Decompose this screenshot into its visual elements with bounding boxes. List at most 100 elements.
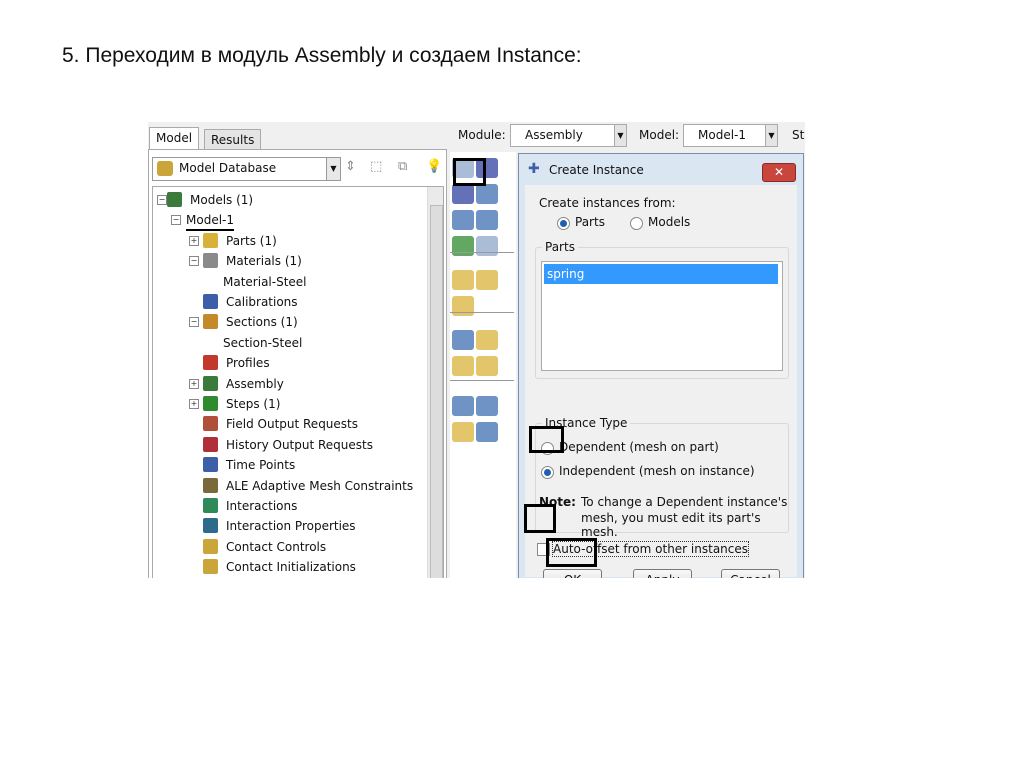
- tree-node[interactable]: Interaction Properties: [153, 517, 423, 535]
- tree-node-label[interactable]: Material-Steel: [223, 273, 307, 291]
- tree-node[interactable]: Section-Steel: [153, 334, 423, 352]
- close-button[interactable]: ✕: [762, 163, 796, 182]
- tree-node[interactable]: + Steps (1): [153, 395, 423, 413]
- lightbulb-icon[interactable]: 💡: [426, 159, 442, 174]
- interactions-icon: [203, 498, 218, 513]
- tree-node-label[interactable]: Profiles: [226, 354, 270, 372]
- radio-parts-label[interactable]: Parts: [575, 215, 605, 229]
- tree-node[interactable]: History Output Requests: [153, 436, 423, 454]
- module-select[interactable]: Assembly ▼: [510, 124, 627, 147]
- radio-dependent-label[interactable]: Dependent (mesh on part): [559, 440, 719, 454]
- tree-node[interactable]: + Assembly: [153, 375, 423, 393]
- datum-csys-icon[interactable]: [452, 396, 474, 416]
- model-select[interactable]: Model-1 ▼: [683, 124, 778, 147]
- tree-node-label[interactable]: ALE Adaptive Mesh Constraints: [226, 477, 413, 495]
- create-set-icon[interactable]: [452, 270, 474, 290]
- chevron-down-icon[interactable]: ▼: [614, 125, 626, 146]
- tree-node[interactable]: Material-Steel: [153, 273, 423, 291]
- ok-button[interactable]: OK: [543, 569, 602, 578]
- collapse-icon[interactable]: −: [157, 195, 167, 205]
- datum-axis-icon[interactable]: [476, 396, 498, 416]
- merge-cut-icon[interactable]: [476, 236, 498, 256]
- parts-list[interactable]: spring: [541, 261, 783, 371]
- rotate-instance-icon[interactable]: [452, 210, 474, 230]
- dialog-titlebar[interactable]: ✚ Create Instance ✕: [519, 154, 803, 184]
- constraint-icon[interactable]: [476, 422, 498, 442]
- tree-node-label[interactable]: Section-Steel: [223, 334, 302, 352]
- tree-scrollbar[interactable]: [427, 187, 443, 578]
- tree-node-label[interactable]: Contact Controls: [226, 538, 326, 556]
- tree-node[interactable]: Contact Initializations: [153, 558, 423, 576]
- scrollbar-thumb[interactable]: [430, 205, 443, 578]
- tree-node-label[interactable]: Time Points: [226, 456, 295, 474]
- step-label: St: [792, 128, 805, 142]
- tree-node-label[interactable]: Field Output Requests: [226, 415, 358, 433]
- tree-node-label[interactable]: Materials (1): [226, 252, 302, 270]
- radio-models[interactable]: [630, 217, 643, 230]
- tree-node[interactable]: − Models (1): [153, 191, 423, 209]
- tree-node-label[interactable]: Model-1: [186, 211, 234, 232]
- tree-node-label[interactable]: Calibrations: [226, 293, 298, 311]
- tree-node[interactable]: − Sections (1): [153, 313, 423, 331]
- parts-icon: [203, 232, 218, 248]
- radio-models-label[interactable]: Models: [648, 215, 690, 229]
- tree-node-label[interactable]: Parts (1): [226, 232, 277, 250]
- contact-init-icon: [203, 559, 218, 575]
- tree-node-label[interactable]: Interactions: [226, 497, 297, 515]
- translate-to-icon[interactable]: [476, 210, 498, 230]
- tree-node[interactable]: − Materials (1): [153, 252, 423, 270]
- tab-model[interactable]: Model: [149, 127, 200, 150]
- list-item-spring[interactable]: spring: [544, 264, 778, 284]
- folder-up-icon[interactable]: ⬚: [370, 159, 382, 174]
- materials-icon: [203, 253, 218, 269]
- query-icon[interactable]: [452, 422, 474, 442]
- tree-node[interactable]: + Parts (1): [153, 232, 423, 250]
- model-database-combo[interactable]: Model Database ▼: [152, 157, 341, 181]
- partition-icon[interactable]: [452, 296, 474, 316]
- tree-node-label[interactable]: Steps (1): [226, 395, 280, 413]
- ale-icon: [203, 477, 218, 493]
- collapse-icon[interactable]: −: [189, 256, 199, 267]
- tree-node[interactable]: Profiles: [153, 354, 423, 372]
- feature-cut-icon[interactable]: [476, 356, 498, 376]
- create-surface-icon[interactable]: [476, 270, 498, 290]
- model-tree[interactable]: − Models (1) − Model-1 + Parts (1) − Materials …: [152, 186, 444, 578]
- radio-independent[interactable]: [541, 466, 554, 479]
- tree-node[interactable]: Field Output Requests: [153, 415, 423, 433]
- chevron-down-icon[interactable]: ▼: [326, 158, 340, 180]
- apply-button[interactable]: Apply: [633, 569, 692, 578]
- expand-icon[interactable]: +: [189, 235, 199, 246]
- tree-node-label[interactable]: Models (1): [190, 191, 253, 209]
- calibrations-icon: [203, 294, 218, 309]
- tree-node-label[interactable]: History Output Requests: [226, 436, 373, 454]
- expand-icon[interactable]: +: [189, 378, 199, 389]
- tree-node[interactable]: Calibrations: [153, 293, 423, 311]
- sections-icon: [203, 314, 218, 330]
- tree-node[interactable]: ALE Adaptive Mesh Constraints: [153, 477, 423, 495]
- tree-node[interactable]: Time Points: [153, 456, 423, 474]
- tab-results[interactable]: Results: [204, 129, 262, 151]
- radial-pattern-icon[interactable]: [452, 184, 474, 204]
- sort-arrows-icon[interactable]: ⇕: [345, 159, 356, 174]
- radio-parts[interactable]: [557, 217, 570, 230]
- datum-plane-icon[interactable]: [476, 330, 498, 350]
- collapse-icon[interactable]: −: [189, 317, 199, 328]
- tree-node-label[interactable]: Assembly: [226, 375, 284, 393]
- radio-independent-label[interactable]: Independent (mesh on instance): [559, 464, 755, 478]
- feature-icon[interactable]: [452, 356, 474, 376]
- tree-node[interactable]: − Model-1: [153, 211, 423, 232]
- tree-node[interactable]: Contact Controls: [153, 538, 423, 556]
- tree-node-label[interactable]: Interaction Properties: [226, 517, 356, 535]
- collapse-icon[interactable]: −: [171, 215, 181, 226]
- cancel-button[interactable]: Cancel: [721, 569, 780, 578]
- convert-constraints-icon[interactable]: [452, 236, 474, 256]
- expand-icon[interactable]: +: [189, 399, 199, 409]
- tree-node-label[interactable]: Contact Initializations: [226, 558, 356, 576]
- tree-filter-icon[interactable]: ⧉: [398, 159, 407, 174]
- model-label: Model:: [639, 128, 680, 142]
- chevron-down-icon[interactable]: ▼: [765, 125, 777, 146]
- datum-point-icon[interactable]: [452, 330, 474, 350]
- tree-node[interactable]: Interactions: [153, 497, 423, 515]
- tree-node-label[interactable]: Sections (1): [226, 313, 298, 331]
- translate-instance-icon[interactable]: [476, 184, 498, 204]
